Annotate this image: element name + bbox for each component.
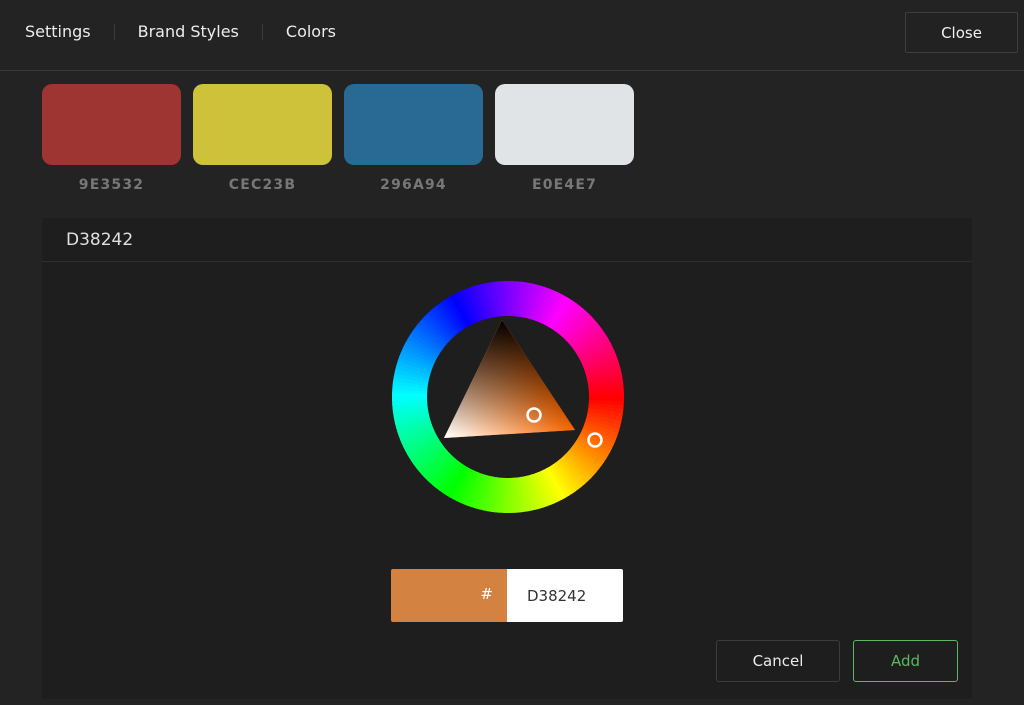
top-bar: Settings Brand Styles Colors Close — [0, 0, 1024, 71]
hash-symbol: # — [480, 585, 493, 603]
swatch-hex-label: 296A94 — [380, 177, 447, 193]
hex-field: # — [391, 569, 623, 622]
color-swatch[interactable] — [344, 84, 483, 165]
swatch-list: 9E3532 CEC23B 296A94 E0E4E7 — [42, 84, 646, 193]
cancel-button[interactable]: Cancel — [716, 640, 840, 682]
breadcrumb-settings[interactable]: Settings — [25, 21, 91, 43]
swatch-item: CEC23B — [193, 84, 332, 193]
swatch-item: E0E4E7 — [495, 84, 634, 193]
breadcrumb-separator — [261, 24, 263, 40]
swatch-hex-label: 9E3532 — [78, 177, 145, 193]
color-picker-panel: D38242 # D38242 Cancel Add — [42, 218, 972, 699]
swatch-hex-label: CEC23B — [228, 177, 297, 193]
swatch-item: 9E3532 — [42, 84, 181, 193]
color-swatch[interactable] — [193, 84, 332, 165]
saturation-value-triangle[interactable] — [444, 320, 575, 438]
color-wheel[interactable] — [390, 279, 626, 515]
close-button[interactable]: Close — [905, 12, 1018, 53]
breadcrumb: Settings Brand Styles Colors — [25, 21, 336, 43]
add-button[interactable]: Add — [853, 640, 958, 682]
swatch-hex-label: E0E4E7 — [531, 177, 598, 193]
color-swatch[interactable] — [42, 84, 181, 165]
breadcrumb-brand-styles[interactable]: Brand Styles — [138, 21, 239, 43]
hex-input[interactable] — [507, 569, 623, 622]
breadcrumb-colors: Colors — [285, 22, 336, 41]
breadcrumb-separator — [113, 24, 115, 40]
color-preview: # — [391, 569, 507, 622]
swatch-item: 296A94 — [344, 84, 483, 193]
picker-title: D38242 — [42, 218, 972, 262]
color-swatch[interactable] — [495, 84, 634, 165]
